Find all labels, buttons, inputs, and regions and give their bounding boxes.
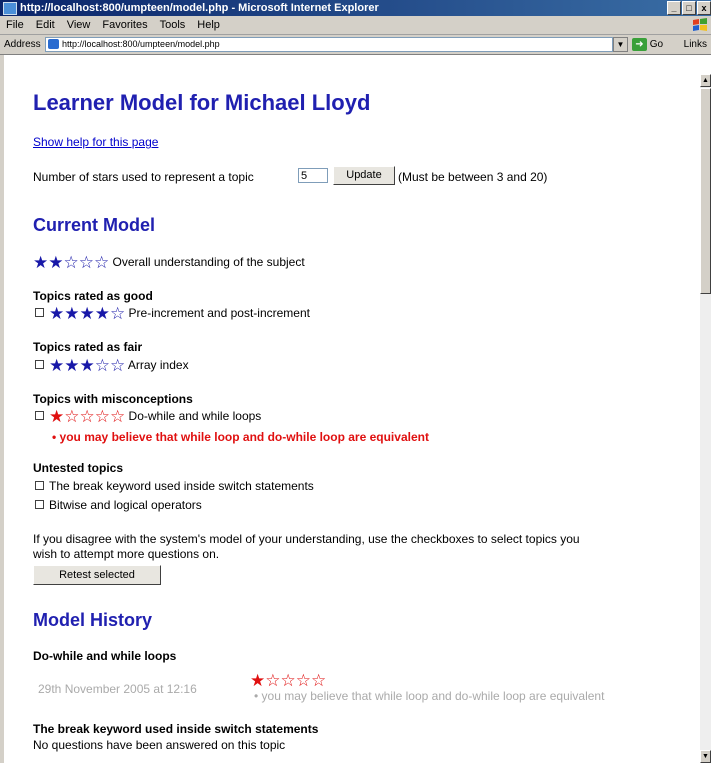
- fair-topic-checkbox[interactable]: [35, 360, 44, 369]
- history-note-text: you may believe that while loop and do-w…: [261, 689, 605, 703]
- menu-file[interactable]: File: [0, 16, 30, 34]
- untested-topic-label: Bitwise and logical operators: [49, 498, 202, 512]
- windows-logo-icon: [693, 18, 707, 31]
- untested-topic-row: The break keyword used inside switch sta…: [35, 479, 314, 493]
- good-topic-row: ★★★★☆ Pre-increment and post-increment: [35, 305, 310, 322]
- good-topic-checkbox[interactable]: [35, 308, 44, 317]
- history-date: 29th November 2005 at 12:16: [38, 682, 197, 696]
- menu-bar: File Edit View Favorites Tools Help: [0, 16, 711, 35]
- show-help-link[interactable]: Show help for this page: [33, 135, 158, 149]
- overall-label: Overall understanding of the subject: [112, 255, 305, 269]
- good-topic-star-rating: ★★★★☆: [49, 304, 126, 323]
- history-star-rating: ★☆☆☆☆: [250, 671, 327, 690]
- misconception-topic-checkbox[interactable]: [35, 411, 44, 420]
- stars-count-input[interactable]: 5: [298, 168, 328, 183]
- model-history-heading: Model History: [33, 610, 153, 630]
- history-topic-title: The break keyword used inside switch sta…: [33, 722, 319, 736]
- window-title: http://localhost:800/umpteen/model.php -…: [20, 2, 379, 14]
- go-arrow-icon: ➜: [632, 37, 647, 51]
- misconception-note: • you may believe that while loop and do…: [52, 430, 429, 444]
- bullet-icon: •: [254, 689, 259, 703]
- ie-icon: [3, 2, 17, 15]
- misconception-topic-row: ★☆☆☆☆ Do-while and while loops: [35, 408, 261, 425]
- history-star-row: ★☆☆☆☆: [250, 672, 326, 689]
- address-label: Address: [4, 39, 41, 50]
- address-bar: Address http://localhost:800/umpteen/mod…: [0, 35, 711, 55]
- stars-note: (Must be between 3 and 20): [398, 170, 548, 184]
- menu-view[interactable]: View: [61, 16, 97, 34]
- misconception-topic-label: Do-while and while loops: [128, 409, 262, 423]
- current-model-heading: Current Model: [33, 215, 156, 235]
- address-url: http://localhost:800/umpteen/model.php: [62, 39, 220, 49]
- history-note: • you may believe that while loop and do…: [254, 689, 604, 703]
- address-input[interactable]: http://localhost:800/umpteen/model.php: [45, 37, 613, 52]
- fair-topic-row: ★★★☆☆ Array index: [35, 357, 189, 374]
- misconception-topic-star-rating: ★☆☆☆☆: [49, 407, 126, 426]
- menu-help[interactable]: Help: [191, 16, 226, 34]
- page-icon: [48, 39, 59, 49]
- scroll-up-icon[interactable]: ▲: [700, 74, 711, 87]
- update-button[interactable]: Update: [333, 166, 395, 185]
- overall-star-rating: ★★☆☆☆: [33, 253, 110, 272]
- retest-selected-button[interactable]: Retest selected: [33, 565, 161, 585]
- close-button[interactable]: x: [697, 1, 711, 15]
- menu-edit[interactable]: Edit: [30, 16, 61, 34]
- vertical-scrollbar[interactable]: ▲ ▼: [700, 74, 711, 763]
- untested-topic-row: Bitwise and logical operators: [35, 498, 202, 512]
- stars-prompt: Number of stars used to represent a topi…: [33, 170, 254, 184]
- bullet-icon: •: [52, 430, 57, 444]
- maximize-button[interactable]: □: [682, 1, 696, 15]
- window-controls: _ □ x: [666, 1, 711, 15]
- minimize-button[interactable]: _: [667, 1, 681, 15]
- history-topic-title: Do-while and while loops: [33, 649, 177, 663]
- good-topic-label: Pre-increment and post-increment: [128, 306, 310, 320]
- disagree-text-line-1: If you disagree with the system's model …: [33, 532, 580, 546]
- fair-topic-label: Array index: [127, 358, 189, 372]
- menu-favorites[interactable]: Favorites: [96, 16, 153, 34]
- untested-topic-label: The break keyword used inside switch sta…: [49, 479, 314, 493]
- good-topics-heading: Topics rated as good: [33, 289, 153, 303]
- page-content: Learner Model for Michael Lloyd Show hel…: [0, 55, 700, 763]
- window-title-bar: http://localhost:800/umpteen/model.php -…: [0, 0, 711, 16]
- address-dropdown-icon[interactable]: ▼: [613, 37, 628, 52]
- disagree-text-line-2: wish to attempt more questions on.: [33, 547, 220, 561]
- fair-topic-star-rating: ★★★☆☆: [49, 356, 126, 375]
- untested-topic-checkbox[interactable]: [35, 500, 44, 509]
- overall-understanding-row: ★★☆☆☆ Overall understanding of the subje…: [33, 254, 305, 271]
- untested-topic-checkbox[interactable]: [35, 481, 44, 490]
- scroll-down-icon[interactable]: ▼: [700, 750, 711, 763]
- go-label: Go: [649, 39, 664, 50]
- page-title: Learner Model for Michael Lloyd: [33, 90, 371, 115]
- untested-topics-heading: Untested topics: [33, 461, 124, 475]
- links-button[interactable]: Links: [684, 35, 707, 54]
- history-empty-note: No questions have been answered on this …: [33, 738, 286, 752]
- misconception-text: you may believe that while loop and do-w…: [59, 430, 429, 444]
- menu-tools[interactable]: Tools: [154, 16, 192, 34]
- misconception-topics-heading: Topics with misconceptions: [33, 392, 193, 406]
- scroll-thumb[interactable]: [700, 88, 711, 294]
- fair-topics-heading: Topics rated as fair: [33, 340, 143, 354]
- go-button[interactable]: ➜ Go: [632, 36, 663, 53]
